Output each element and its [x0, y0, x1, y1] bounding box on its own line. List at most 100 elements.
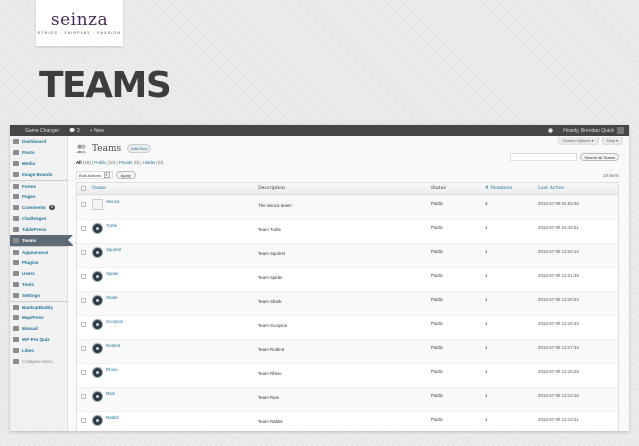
team-last-active: 2013-07-05 13:15:28 — [538, 369, 579, 374]
sidebar-item-label: Users — [22, 271, 35, 276]
select-all-checkbox[interactable] — [81, 186, 86, 191]
sidebar-item-settings[interactable]: Settings — [10, 290, 67, 301]
column-header-name[interactable]: Name — [92, 186, 106, 191]
admin-bar-comments[interactable]: 💬 3 — [64, 125, 84, 136]
help-button[interactable]: Help ▾ — [601, 137, 623, 145]
view-private-link[interactable]: Private — [119, 160, 133, 165]
team-name-link[interactable]: Squirrel — [106, 247, 121, 252]
sidebar-item-label: Tools — [22, 282, 34, 287]
table-row: Turtle Team Turtle Public 1 2013-07-05 15:42… — [77, 219, 618, 243]
row-checkbox[interactable] — [81, 346, 86, 351]
apply-button[interactable]: Apply — [115, 171, 136, 179]
teams-page-icon — [76, 144, 87, 154]
team-description: Team Rabbit — [258, 419, 283, 424]
team-avatar[interactable] — [92, 271, 103, 282]
sidebar-item-image-boards[interactable]: Image Boards — [10, 169, 67, 180]
column-header-status: Status — [431, 186, 446, 191]
team-avatar[interactable] — [92, 367, 103, 378]
row-checkbox[interactable] — [81, 322, 86, 327]
row-checkbox[interactable] — [81, 226, 86, 231]
sidebar-item-wp-pro-quiz[interactable]: WP Pro Quiz — [10, 334, 67, 345]
sidebar-item-likes[interactable]: Likes — [10, 345, 67, 356]
sidebar-item-users[interactable]: Users — [10, 268, 67, 279]
team-name-link[interactable]: Seinza — [106, 199, 119, 204]
sidebar-item-label: Collapse menu — [22, 359, 53, 364]
sidebar-item-label: WP Pro Quiz — [22, 337, 50, 342]
sidebar-item-challenges[interactable]: Challenges — [10, 213, 67, 224]
view-filters: All (10) | Public (10) | Private (0) | H… — [76, 160, 164, 165]
view-public-link[interactable]: Public — [94, 160, 106, 165]
add-new-button[interactable]: Add New — [127, 144, 152, 153]
row-checkbox[interactable] — [81, 298, 86, 303]
sidebar-item-dashboard[interactable]: Dashboard — [10, 136, 67, 147]
admin-bar-search-icon[interactable] — [543, 125, 558, 136]
team-name-link[interactable]: Shark — [106, 295, 117, 300]
row-checkbox[interactable] — [81, 202, 86, 207]
sidebar-item-label: Pages — [22, 194, 36, 199]
team-avatar[interactable] — [92, 247, 103, 258]
team-status: Public — [431, 225, 443, 230]
search-input[interactable] — [510, 153, 578, 161]
table-row: Seinza The seinza team! Public 3 2013-07-09 … — [77, 195, 618, 219]
row-checkbox[interactable] — [81, 418, 86, 423]
team-avatar[interactable] — [92, 295, 103, 306]
wordpress-logo-icon[interactable]: W — [10, 125, 20, 136]
comment-icon — [13, 205, 19, 210]
teams-page: Screen Options ▾ Help ▾ Teams Add New Al… — [73, 136, 629, 431]
row-checkbox[interactable] — [81, 274, 86, 279]
screen-options-button[interactable]: Screen Options ▾ — [557, 137, 599, 145]
admin-bar-account[interactable]: Howdy, Brendan Quick — [558, 125, 629, 136]
view-hidden-link[interactable]: Hidden — [143, 160, 157, 165]
admin-bar-site-name[interactable]: Game Changer — [20, 125, 64, 136]
settings-icon — [13, 293, 19, 298]
column-header-members[interactable]: # Members — [485, 186, 512, 191]
team-name-link[interactable]: Spider — [106, 271, 119, 276]
team-avatar[interactable] — [92, 199, 103, 210]
column-header-last-active[interactable]: Last Active — [538, 186, 564, 191]
page-icon — [13, 194, 19, 199]
team-name-link[interactable]: Rhino — [106, 367, 117, 372]
team-name-link[interactable]: Rodent — [106, 343, 120, 348]
team-name-link[interactable]: Rabbit — [106, 415, 119, 420]
image-icon — [13, 172, 19, 177]
team-avatar[interactable] — [92, 391, 103, 402]
sidebar-item-tools[interactable]: Tools — [10, 279, 67, 290]
team-name-link[interactable]: Scorpion — [106, 319, 123, 324]
row-checkbox[interactable] — [81, 370, 86, 375]
team-status: Public — [431, 345, 443, 350]
sidebar-item-label: MapPress — [22, 315, 44, 320]
wordpress-admin-screenshot: W Game Changer 💬 3 + New Howdy, Brendan … — [10, 125, 629, 431]
sidebar-item-media[interactable]: Media — [10, 158, 67, 169]
sidebar-item-manual[interactable]: Manual — [10, 323, 67, 334]
sidebar-item-tablepress[interactable]: TablePress — [10, 224, 67, 235]
sidebar-item-plugins[interactable]: Plugins — [10, 257, 67, 268]
sidebar-item-teams[interactable]: Teams — [10, 235, 73, 246]
bulk-actions-select[interactable]: Bulk Actions ▾ — [76, 171, 113, 179]
admin-sidebar-menu: Dashboard Posts Media Image Boards Forms Page… — [10, 136, 73, 431]
team-avatar[interactable] — [92, 223, 103, 234]
team-avatar[interactable] — [92, 343, 103, 354]
column-header-description: Description — [258, 186, 285, 191]
sidebar-item-collapse-menu[interactable]: Collapse menu — [10, 356, 67, 367]
team-description: Team Spider — [258, 275, 283, 280]
sidebar-item-mappress[interactable]: MapPress — [10, 312, 67, 323]
sidebar-item-backupbuddy[interactable]: BackupBuddy — [10, 301, 67, 312]
table-row: Rhino Team Rhino Public 1 2013-07-05 13:15:2… — [77, 363, 618, 387]
team-name-link[interactable]: Turtle — [106, 223, 117, 228]
sidebar-item-comments[interactable]: Comments 3 — [10, 202, 67, 213]
sidebar-item-appearance[interactable]: Appearance — [10, 246, 67, 257]
team-description: Team Rhino — [258, 371, 282, 376]
row-checkbox[interactable] — [81, 394, 86, 399]
team-avatar[interactable] — [92, 415, 103, 426]
page-title: Teams — [92, 143, 122, 154]
view-all-link[interactable]: All — [76, 160, 82, 165]
team-avatar[interactable] — [92, 319, 103, 330]
map-icon — [13, 315, 19, 320]
row-checkbox[interactable] — [81, 250, 86, 255]
team-name-link[interactable]: Ram — [106, 391, 115, 396]
sidebar-item-pages[interactable]: Pages — [10, 191, 67, 202]
admin-bar-new[interactable]: + New — [85, 125, 109, 136]
search-teams-button[interactable]: Search all Teams — [580, 153, 619, 161]
sidebar-item-forms[interactable]: Forms — [10, 180, 67, 191]
sidebar-item-posts[interactable]: Posts — [10, 147, 67, 158]
